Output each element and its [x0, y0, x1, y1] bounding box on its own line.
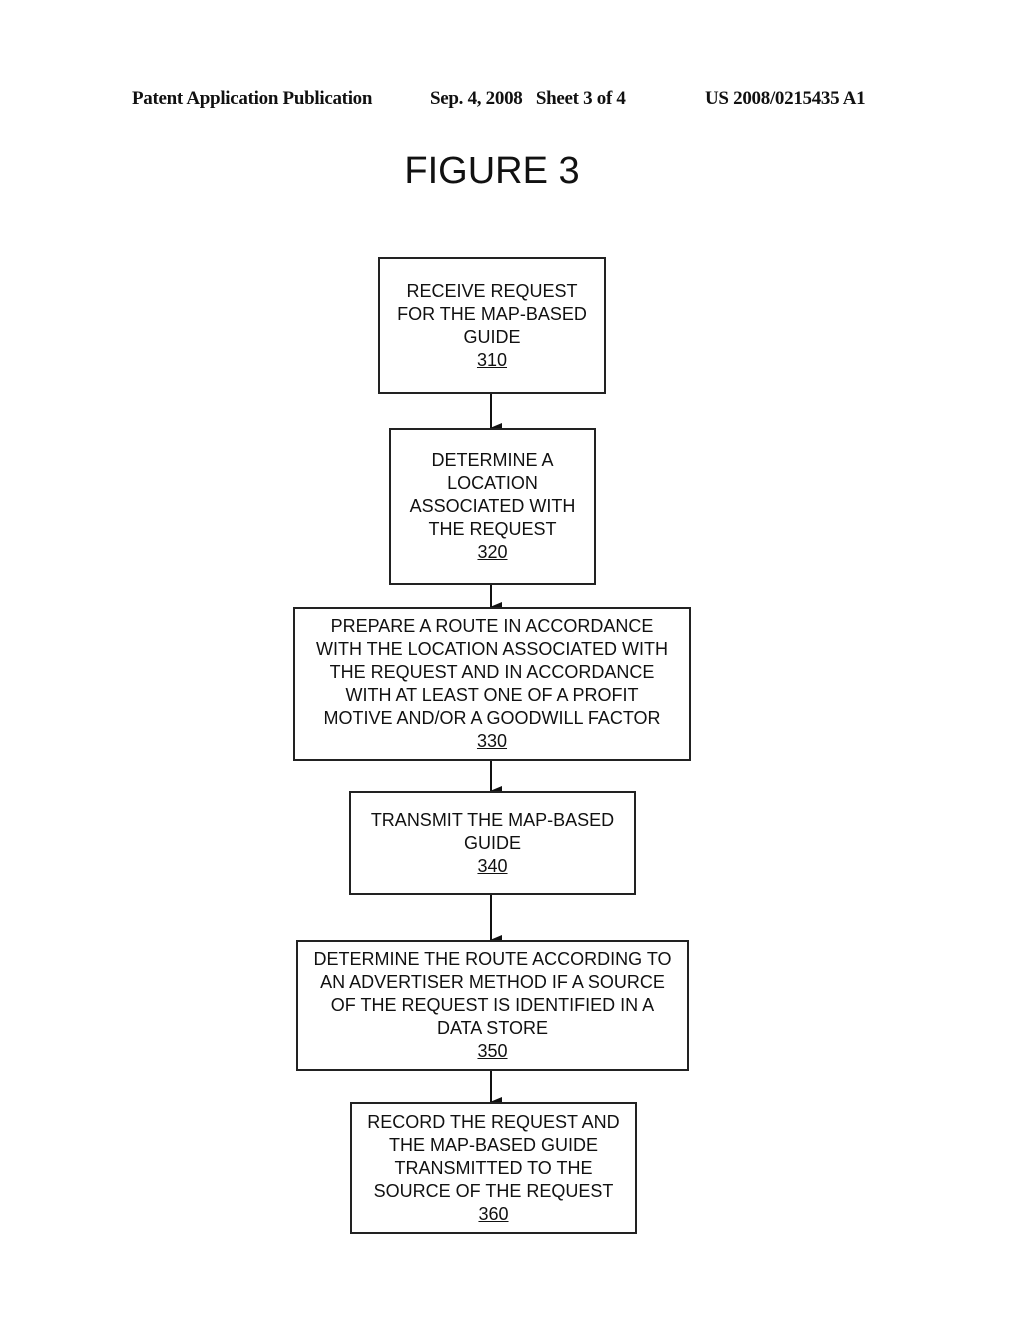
step-360-ref: 360 — [478, 1203, 509, 1224]
step-340-ref: 340 — [477, 855, 508, 876]
step-330-text: PREPARE A ROUTE IN ACCORDANCE WITH THE L… — [315, 616, 669, 728]
step-360-box: RECORD THE REQUEST AND THE MAP-BASED GUI… — [350, 1102, 637, 1234]
step-340-text: TRANSMIT THE MAP-BASED GUIDE — [370, 809, 615, 853]
step-320-box: DETERMINE A LOCATION ASSOCIATED WITH THE… — [389, 428, 596, 585]
step-350-text: DETERMINE THE ROUTE ACCORDING TO AN ADVE… — [313, 949, 672, 1038]
step-350-box: DETERMINE THE ROUTE ACCORDING TO AN ADVE… — [296, 940, 689, 1071]
step-330-box: PREPARE A ROUTE IN ACCORDANCE WITH THE L… — [293, 607, 691, 761]
step-310-ref: 310 — [476, 349, 508, 370]
step-320-text: DETERMINE A LOCATION ASSOCIATED WITH THE… — [409, 450, 576, 539]
step-360-text: RECORD THE REQUEST AND THE MAP-BASED GUI… — [367, 1111, 620, 1201]
step-330-ref: 330 — [476, 731, 508, 751]
step-310-text: RECEIVE REQUEST FOR THE MAP-BASED GUIDE — [397, 280, 587, 347]
step-340-box: TRANSMIT THE MAP-BASED GUIDE 340 — [349, 791, 636, 895]
step-350-ref: 350 — [477, 1041, 508, 1061]
step-310-box: RECEIVE REQUEST FOR THE MAP-BASED GUIDE … — [378, 257, 606, 394]
step-320-ref: 320 — [477, 542, 508, 562]
